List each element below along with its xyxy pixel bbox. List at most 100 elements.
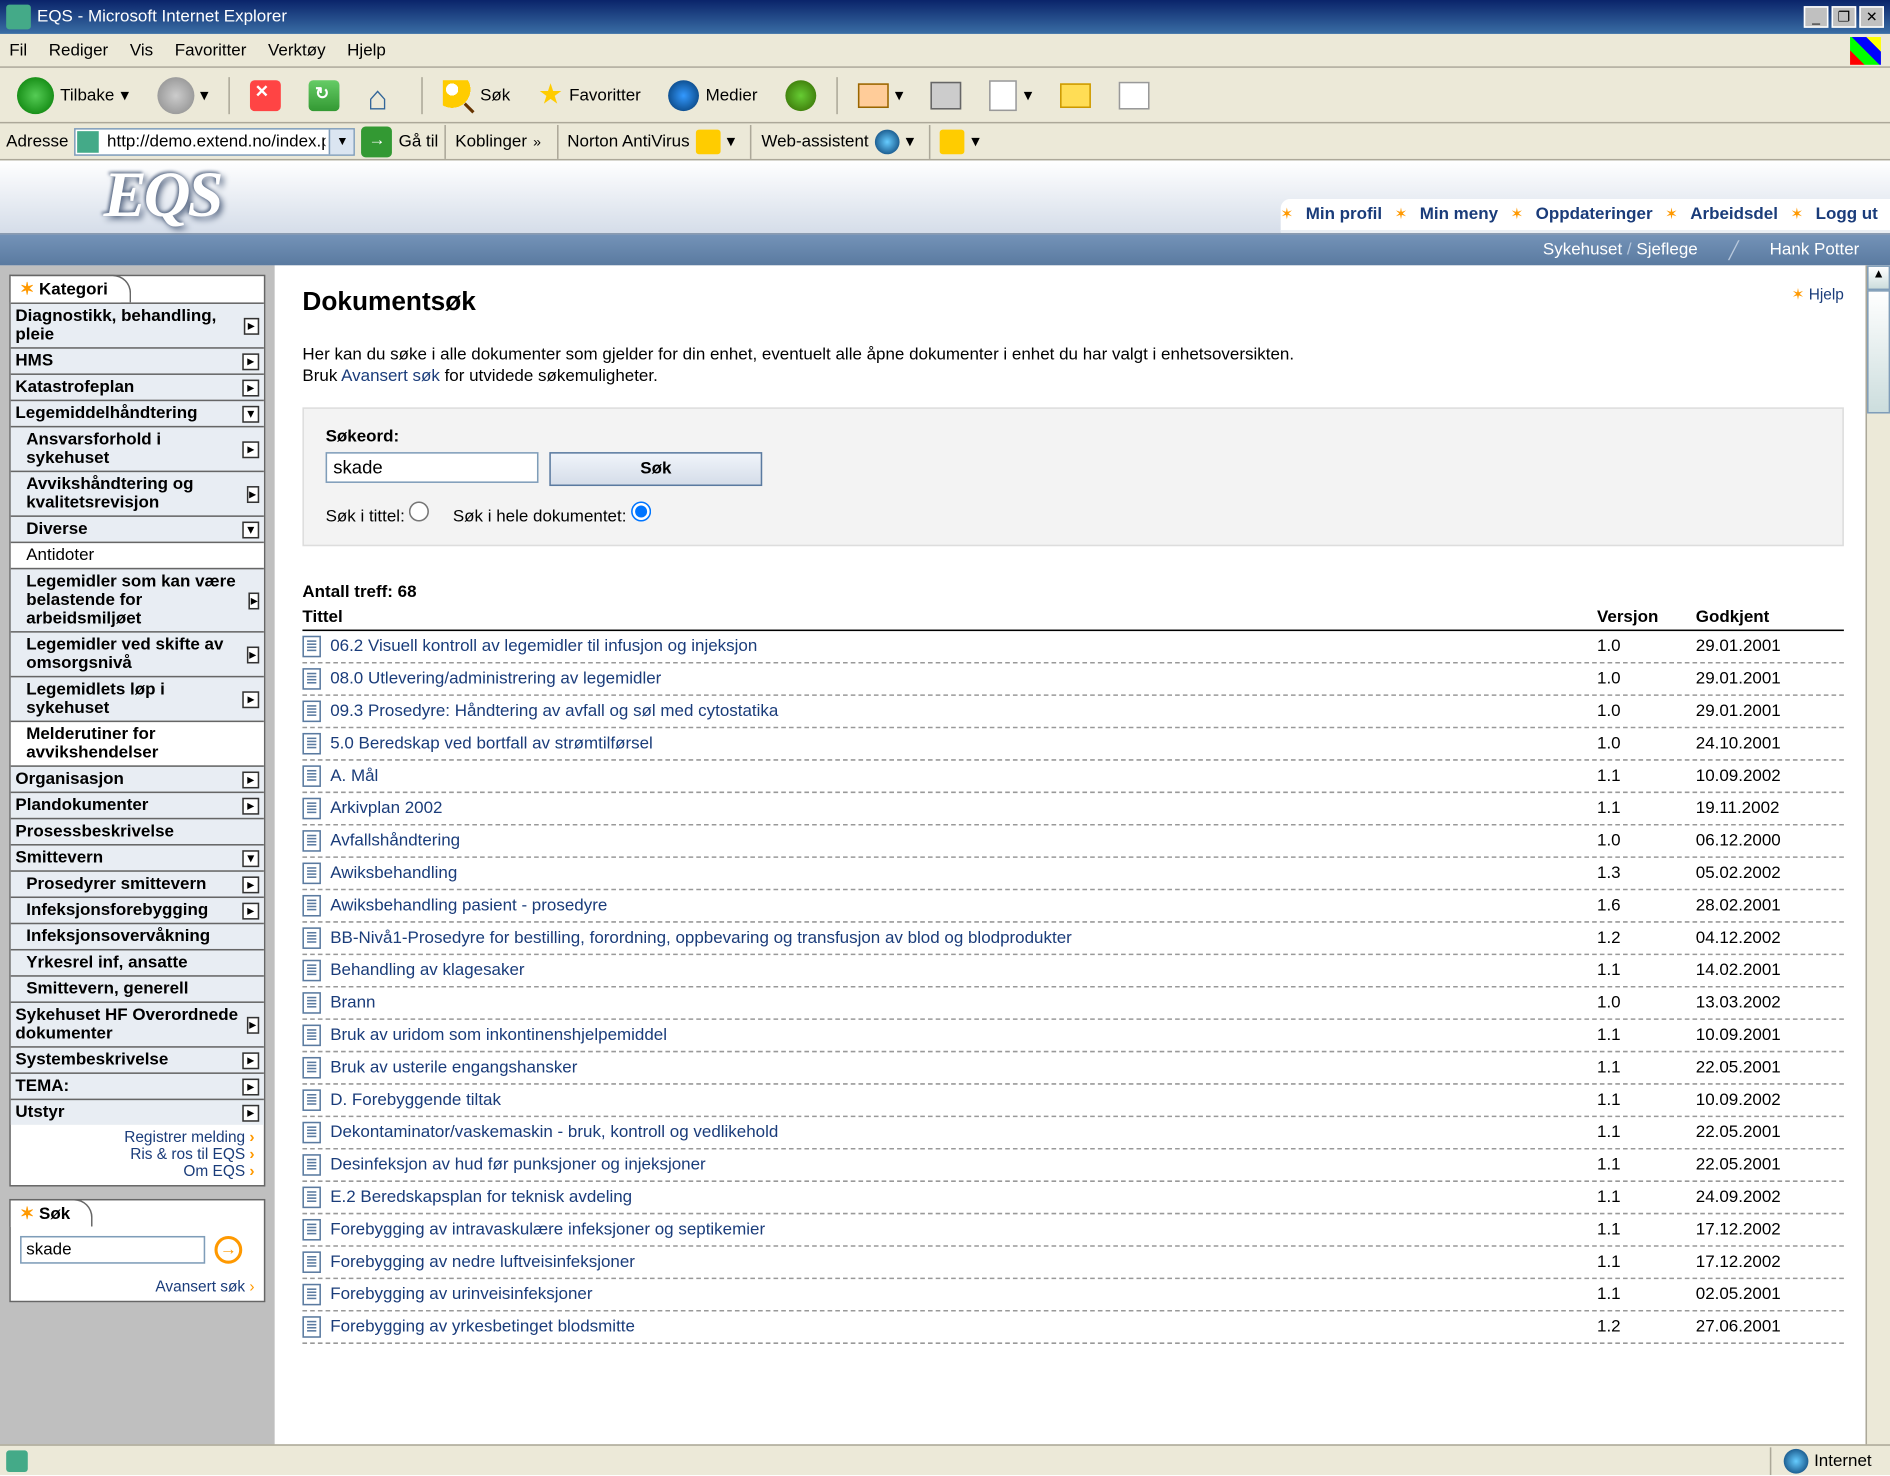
expand-icon[interactable]: ▸ <box>246 646 259 663</box>
sidebar-item[interactable]: Smittevern, generell <box>11 975 264 1001</box>
minimize-button[interactable]: _ <box>1804 6 1829 28</box>
expand-icon[interactable]: ▸ <box>242 353 259 370</box>
result-link[interactable]: 09.3 Prosedyre: Håndtering av avfall og … <box>330 702 1597 721</box>
sidebar-item[interactable]: Antidoter <box>11 542 264 568</box>
close-button[interactable]: ✕ <box>1859 6 1884 28</box>
media-button[interactable]: Medier <box>658 75 769 115</box>
collapse-icon[interactable]: ▾ <box>242 405 259 422</box>
expand-icon[interactable]: ▸ <box>243 317 259 334</box>
result-link[interactable]: Avfallshåndtering <box>330 832 1597 851</box>
scroll-thumb[interactable] <box>1867 290 1890 413</box>
sidebar-item[interactable]: Smittevern▾ <box>11 844 264 870</box>
links-label[interactable]: Koblinger <box>455 132 527 151</box>
sidebar-item[interactable]: Legemiddelhåndtering▾ <box>11 400 264 426</box>
expand-icon[interactable]: ▸ <box>242 902 259 919</box>
nav-oppdateringer[interactable]: Oppdateringer <box>1523 205 1665 224</box>
nav-min-profil[interactable]: Min profil <box>1293 205 1394 224</box>
scrollbar[interactable]: ▲ <box>1865 265 1890 1469</box>
menu-view[interactable]: Vis <box>130 41 153 60</box>
result-link[interactable]: Awiksbehandling <box>330 864 1597 883</box>
expand-icon[interactable]: ▸ <box>242 797 259 814</box>
sidebar-search-input[interactable] <box>20 1236 205 1264</box>
menu-file[interactable]: Fil <box>9 41 27 60</box>
result-link[interactable]: BB-Nivå1-Prosedyre for bestilling, foror… <box>330 929 1597 948</box>
sidebar-item[interactable]: Systembeskrivelse▸ <box>11 1046 264 1072</box>
expand-icon[interactable]: ▸ <box>243 690 259 707</box>
search-submit-button[interactable]: Søk <box>549 452 762 486</box>
result-link[interactable]: E.2 Beredskapsplan for teknisk avdeling <box>330 1188 1597 1207</box>
expand-icon[interactable]: ▸ <box>243 441 260 458</box>
sidebar-item[interactable]: Plandokumenter▸ <box>11 792 264 818</box>
nav-logg-ut[interactable]: Logg ut <box>1803 205 1890 224</box>
web-assist-label[interactable]: Web-assistent <box>761 132 868 151</box>
result-link[interactable]: Awiksbehandling pasient - prosedyre <box>330 896 1597 915</box>
sidebar-item[interactable]: Diagnostikk, behandling, pleie▸ <box>11 302 264 347</box>
sidebar-item[interactable]: Organisasjon▸ <box>11 765 264 791</box>
sidebar-item[interactable]: Diverse▾ <box>11 515 264 541</box>
expand-icon[interactable]: ▸ <box>246 485 259 502</box>
result-link[interactable]: Behandling av klagesaker <box>330 961 1597 980</box>
sidebar-item[interactable]: Prosedyrer smittevern▸ <box>11 870 264 896</box>
folder-button[interactable] <box>1049 78 1101 112</box>
collapse-icon[interactable]: ▾ <box>242 521 259 538</box>
sidebar-item[interactable]: Melderutiner for avvikshendelser <box>11 721 264 766</box>
home-button[interactable] <box>357 73 413 116</box>
sidebar-item[interactable]: Prosessbeskrivelse <box>11 818 264 844</box>
sidebar-item[interactable]: Avvikshåndtering og kvalitetsrevisjon▸ <box>11 471 264 516</box>
result-link[interactable]: 08.0 Utlevering/administrering av legemi… <box>330 670 1597 689</box>
refresh-button[interactable] <box>298 75 350 115</box>
result-link[interactable]: Arkivplan 2002 <box>330 799 1597 818</box>
expand-icon[interactable]: ▸ <box>242 1052 259 1069</box>
stop-button[interactable] <box>239 75 291 115</box>
collapse-icon[interactable]: ▾ <box>242 849 259 866</box>
nav-arbeidsdel[interactable]: Arbeidsdel <box>1678 205 1790 224</box>
expand-icon[interactable]: ▸ <box>242 1078 259 1095</box>
history-button[interactable] <box>774 75 826 115</box>
sidebar-item[interactable]: Ansvarsforhold i sykehuset▸ <box>11 426 264 471</box>
result-link[interactable]: 06.2 Visuell kontroll av legemidler til … <box>330 637 1597 656</box>
restore-button[interactable]: ❐ <box>1832 6 1857 28</box>
sidebar-item[interactable]: Infeksjonsforebygging▸ <box>11 896 264 922</box>
sidebar-item[interactable]: Utstyr▸ <box>11 1099 264 1125</box>
norton-label[interactable]: Norton AntiVirus <box>567 132 689 151</box>
go-button[interactable]: → <box>362 126 393 157</box>
expand-icon[interactable]: ▸ <box>249 592 259 609</box>
result-link[interactable]: A. Mål <box>330 767 1597 786</box>
nav-min-meny[interactable]: Min meny <box>1407 205 1510 224</box>
result-link[interactable]: Forebygging av nedre luftveisinfeksjoner <box>330 1253 1597 1272</box>
discuss-button[interactable] <box>1108 76 1160 113</box>
sidebar-item[interactable]: Katastrofeplan▸ <box>11 373 264 399</box>
result-link[interactable]: Bruk av usterile engangshansker <box>330 1058 1597 1077</box>
sidebar-item[interactable]: Legemidler ved skifte av omsorgsnivå▸ <box>11 631 264 676</box>
expand-icon[interactable]: ▸ <box>242 1104 259 1121</box>
link-ris-ros[interactable]: Ris & ros til EQS › <box>20 1146 255 1163</box>
result-link[interactable]: Dekontaminator/vaskemaskin - bruk, kontr… <box>330 1123 1597 1142</box>
radio-title[interactable] <box>410 501 430 521</box>
menu-help[interactable]: Hjelp <box>347 41 386 60</box>
result-link[interactable]: Forebygging av yrkesbetinget blodsmitte <box>330 1318 1597 1337</box>
sidebar-search-go-icon[interactable]: → <box>214 1236 242 1264</box>
result-link[interactable]: Desinfeksjon av hud før punksjoner og in… <box>330 1156 1597 1175</box>
radio-full-doc[interactable] <box>631 501 651 521</box>
sidebar-item[interactable]: HMS▸ <box>11 347 264 373</box>
edit-button[interactable]: ▾ <box>979 75 1043 115</box>
address-dropdown-icon[interactable]: ▼ <box>329 129 354 154</box>
menu-favorites[interactable]: Favoritter <box>175 41 247 60</box>
expand-icon[interactable]: ▸ <box>246 1016 259 1033</box>
result-link[interactable]: Forebygging av urinveisinfeksjoner <box>330 1285 1597 1304</box>
link-registrer[interactable]: Registrer melding › <box>20 1129 255 1146</box>
search-input[interactable] <box>326 452 539 483</box>
mail-button[interactable]: ▾ <box>847 78 914 112</box>
sidebar-item[interactable]: Yrkesrel inf, ansatte <box>11 949 264 975</box>
favorites-button[interactable]: ★Favoritter <box>527 74 651 116</box>
link-om-eqs[interactable]: Om EQS › <box>20 1163 255 1180</box>
result-link[interactable]: Brann <box>330 994 1597 1013</box>
shield-icon[interactable] <box>940 129 965 154</box>
result-link[interactable]: Forebygging av intravaskulære infeksjone… <box>330 1221 1597 1240</box>
menu-tools[interactable]: Verktøy <box>268 41 326 60</box>
result-link[interactable]: D. Forebyggende tiltak <box>330 1091 1597 1110</box>
expand-icon[interactable]: ▸ <box>242 876 259 893</box>
search-button[interactable]: Søk <box>432 75 521 115</box>
scroll-up-icon[interactable]: ▲ <box>1867 265 1890 290</box>
sidebar-item[interactable]: Infeksjonsovervåkning <box>11 923 264 949</box>
